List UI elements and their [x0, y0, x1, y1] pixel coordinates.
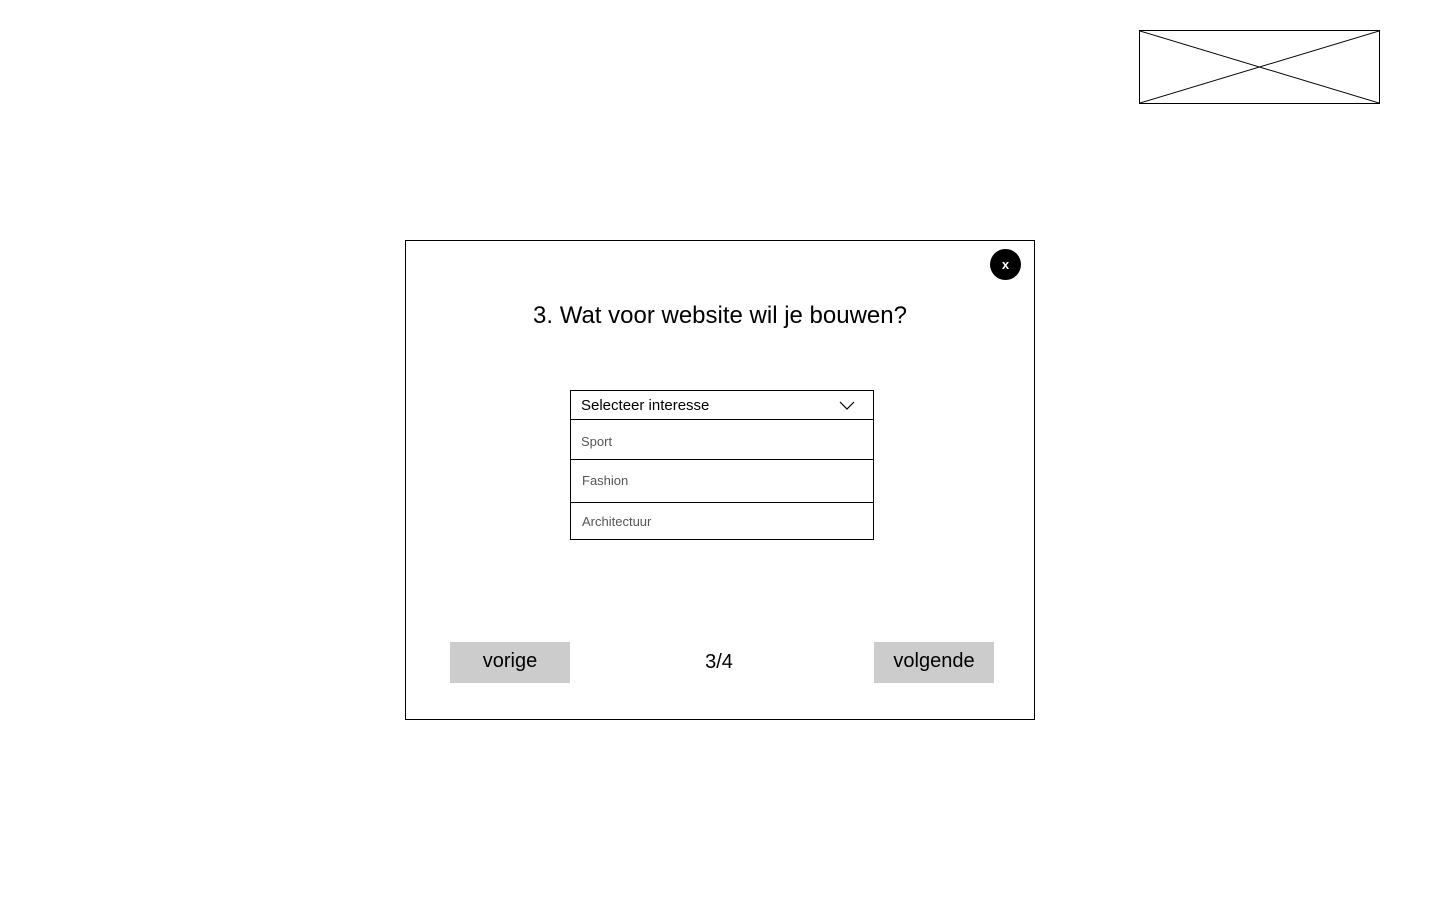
question-modal: x 3. Wat voor website wil je bouwen? Sel…	[405, 240, 1035, 720]
dropdown-option-architectuur[interactable]: Architectuur	[571, 503, 873, 539]
option-label: Architectuur	[582, 514, 652, 529]
chevron-down-icon[interactable]	[839, 399, 855, 411]
option-label: Sport	[581, 434, 613, 449]
dropdown-option-fashion[interactable]: Fashion	[571, 460, 873, 503]
interest-dropdown[interactable]: Selecteer interesse Sport Fashion Archit…	[570, 390, 874, 540]
page: x 3. Wat voor website wil je bouwen? Sel…	[0, 0, 1440, 900]
dropdown-select[interactable]: Selecteer interesse	[571, 391, 873, 420]
previous-button[interactable]: vorige	[450, 642, 570, 683]
image-placeholder-icon	[1140, 31, 1379, 103]
option-label: Fashion	[582, 473, 629, 488]
logo-image-placeholder	[1139, 30, 1380, 104]
close-button[interactable]: x	[990, 249, 1021, 280]
dropdown-placeholder: Selecteer interesse	[581, 397, 710, 414]
next-button[interactable]: volgende	[874, 642, 994, 683]
step-indicator: 3/4	[705, 651, 733, 673]
dropdown-option-sport[interactable]: Sport	[571, 420, 873, 460]
question-title: 3. Wat voor website wil je bouwen?	[533, 302, 907, 329]
